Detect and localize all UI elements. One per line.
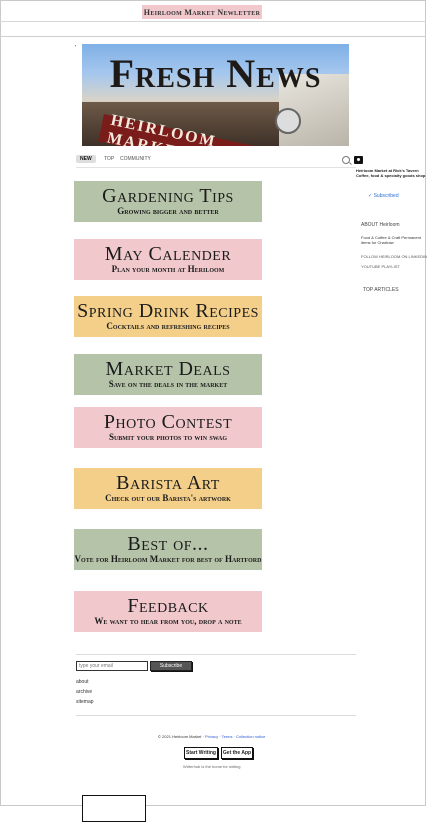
hero-marker: '	[75, 45, 77, 51]
article-subtitle: Save on the deals in the market	[108, 379, 228, 389]
article-card[interactable]: Best of... Vote for Heirloom Market for b…	[74, 529, 262, 570]
subscribe-button[interactable]: Subscribe	[150, 661, 192, 671]
footer-divider-top	[76, 654, 356, 655]
article-title: Photo Contest	[103, 411, 233, 433]
hero-image: HEIRLOOM MARKET Fresh News	[82, 44, 349, 146]
article-title: Barista Art	[116, 472, 220, 494]
legal-links[interactable]: Privacy · Terms · Collection notice	[205, 734, 265, 739]
nav-divider	[76, 167, 356, 168]
article-card[interactable]: Barista Art Check out our Barista's artwo…	[74, 468, 262, 509]
article-card[interactable]: May Calender Plan your month at Heriloom	[74, 239, 262, 280]
follow-link[interactable]: FOLLOW HEIRLOOM ON LINKEDIN	[361, 254, 427, 259]
youtube-link[interactable]: YOUTUBE PLAYLIST	[361, 264, 400, 269]
article-subtitle: Vote for Heirloom Market for best of Har…	[74, 554, 262, 564]
footer-link-about[interactable]: about	[76, 679, 89, 685]
about-heading[interactable]: ABOUT Heirloom	[361, 222, 400, 228]
article-title: May Calender	[104, 243, 232, 265]
header-divider	[0, 21, 426, 22]
search-icon[interactable]	[342, 156, 350, 164]
hero-ornament	[275, 108, 301, 134]
bottom-overlay-box[interactable]	[82, 795, 146, 822]
site-title[interactable]: Heirloom Market Newletter	[142, 5, 262, 19]
footer-link-archive[interactable]: archive	[76, 689, 92, 695]
tab-new[interactable]: NEW	[76, 155, 96, 163]
subscribed-status[interactable]: ✓ Subscribed	[368, 193, 399, 199]
subscriber-icon[interactable]	[354, 156, 363, 164]
article-subtitle: Growing bigger and better	[117, 206, 219, 216]
article-subtitle: Submit your photos to win swag	[108, 432, 228, 442]
about-text: Food & Coffee & Craft Permanent items fo…	[361, 235, 421, 245]
article-title: Market Deals	[105, 358, 231, 380]
sidebar-blurb: Heirloom Market at Rick's Tavern Coffee,…	[356, 168, 426, 178]
footer-tagline: Writerhub is the home for writing	[183, 764, 241, 769]
top-bar: Heirloom Market Newletter	[0, 0, 426, 37]
article-card[interactable]: Photo Contest Submit your photos to win s…	[74, 407, 262, 448]
article-title: Feedback	[127, 595, 209, 617]
article-subtitle: Cocktails and refreshing recipes	[106, 321, 230, 331]
hero-headline: Fresh News	[109, 51, 322, 96]
article-subtitle: Check out our Barista's artwork	[105, 493, 231, 503]
legal-text: © 2021 Heirloom Market · Privacy · Terms…	[158, 734, 265, 739]
article-subtitle: We want to hear from you, drop a note	[94, 616, 242, 626]
article-subtitle: Plan your month at Heriloom	[111, 264, 225, 274]
tab-community[interactable]: COMMUNITY	[116, 155, 155, 163]
article-title: Gardening Tips	[102, 185, 234, 207]
article-card[interactable]: Gardening Tips Growing bigger and better	[74, 181, 262, 222]
article-title: Best of...	[127, 533, 209, 555]
copyright: © 2021 Heirloom Market ·	[158, 734, 205, 739]
start-writing-button[interactable]: Start Writing	[184, 747, 218, 759]
email-input[interactable]: type your email	[76, 661, 148, 671]
get-app-button[interactable]: Get the App	[221, 747, 253, 759]
article-card[interactable]: Feedback We want to hear from you, drop a…	[74, 591, 262, 632]
article-title: Spring Drink Recipes	[77, 300, 259, 322]
article-card[interactable]: Market Deals Save on the deals in the mar…	[74, 354, 262, 395]
top-articles-heading[interactable]: TOP ARTICLES	[363, 287, 399, 293]
footer-divider-bottom	[76, 715, 356, 716]
footer-link-sitemap[interactable]: sitemap	[76, 699, 94, 705]
article-card[interactable]: Spring Drink Recipes Cocktails and refres…	[74, 296, 262, 337]
